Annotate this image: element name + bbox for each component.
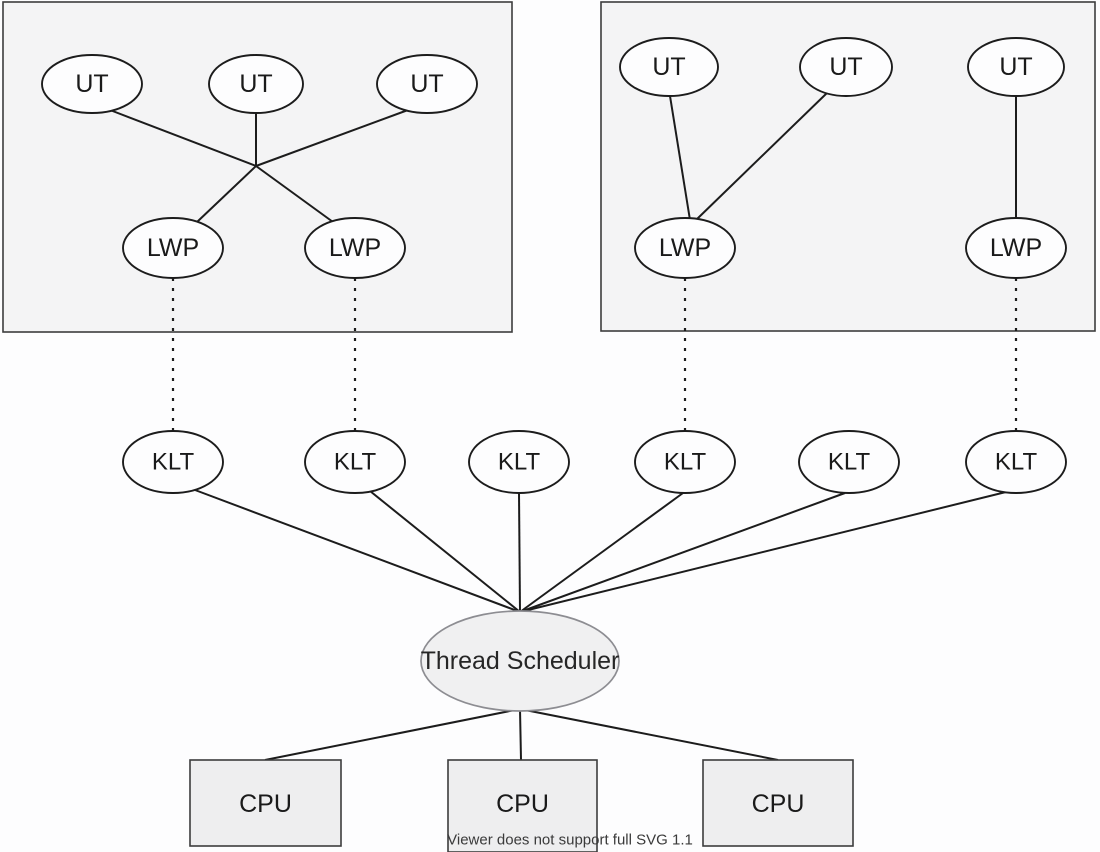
process-box-group [2, 1, 1096, 333]
edges-scheduler-to-cpu [264, 708, 779, 761]
klt-3-shape[interactable] [468, 430, 570, 494]
ut-3-shape[interactable] [376, 54, 478, 114]
edge-klt5-scheduler [519, 492, 846, 613]
edges-klt-to-scheduler [194, 489, 1011, 613]
svg-viewer-warning-watermark: Viewer does not support full SVG 1.1 [447, 832, 693, 849]
edge-klt6-scheduler [519, 490, 1011, 613]
node-lwp-4[interactable]: LWP [965, 217, 1067, 279]
klt-6-shape[interactable] [965, 430, 1067, 494]
klt-4-shape[interactable] [634, 430, 736, 494]
klt-1-shape[interactable] [122, 430, 224, 494]
node-klt-5[interactable]: KLT [798, 430, 900, 494]
edge-klt3-scheduler [518, 492, 521, 613]
node-ut-3[interactable]: UT [376, 54, 478, 114]
cpu-3-shape[interactable] [702, 759, 854, 847]
klt-5-shape[interactable] [798, 430, 900, 494]
node-cpu-1[interactable]: CPU [189, 759, 342, 847]
node-klt-4[interactable]: KLT [634, 430, 736, 494]
node-lwp-3[interactable]: LWP [634, 217, 736, 279]
edge-scheduler-cpu2 [519, 708, 522, 761]
ut-1-shape[interactable] [41, 54, 143, 114]
node-klt-6[interactable]: KLT [965, 430, 1067, 494]
lwp-3-shape[interactable] [634, 217, 736, 279]
edge-scheduler-cpu3 [519, 708, 779, 761]
node-thread-scheduler[interactable]: Thread Scheduler [420, 610, 620, 712]
edge-klt1-scheduler [194, 489, 521, 613]
thread-model-diagram: UT UT UT UT UT UT LWP LWP LWP LWP KLT KL… [0, 0, 1100, 852]
lwp-4-shape[interactable] [965, 217, 1067, 279]
node-ut-6[interactable]: UT [967, 37, 1065, 97]
thread-scheduler-shape[interactable] [420, 610, 620, 712]
edge-klt2-scheduler [369, 490, 521, 613]
node-klt-2[interactable]: KLT [304, 430, 406, 494]
kernel-thread-nodes: KLT KLT KLT KLT KLT KLT [122, 430, 1067, 494]
diagram-canvas: UT UT UT UT UT UT LWP LWP LWP LWP KLT KL… [2, 1, 1096, 852]
lwp-2-shape[interactable] [304, 217, 406, 279]
node-cpu-3[interactable]: CPU [702, 759, 854, 847]
edge-scheduler-cpu1 [264, 708, 521, 761]
node-ut-2[interactable]: UT [208, 54, 304, 114]
klt-2-shape[interactable] [304, 430, 406, 494]
ut-2-shape[interactable] [208, 54, 304, 114]
ut-4-shape[interactable] [619, 37, 719, 97]
node-klt-1[interactable]: KLT [122, 430, 224, 494]
edge-klt4-scheduler [519, 492, 684, 613]
ut-6-shape[interactable] [967, 37, 1065, 97]
node-lwp-1[interactable]: LWP [122, 217, 224, 279]
node-lwp-2[interactable]: LWP [304, 217, 406, 279]
cpu-1-shape[interactable] [189, 759, 342, 847]
node-ut-5[interactable]: UT [799, 37, 893, 97]
node-ut-4[interactable]: UT [619, 37, 719, 97]
node-klt-3[interactable]: KLT [468, 430, 570, 494]
ut-5-shape[interactable] [799, 37, 893, 97]
lwp-1-shape[interactable] [122, 217, 224, 279]
node-ut-1[interactable]: UT [41, 54, 143, 114]
